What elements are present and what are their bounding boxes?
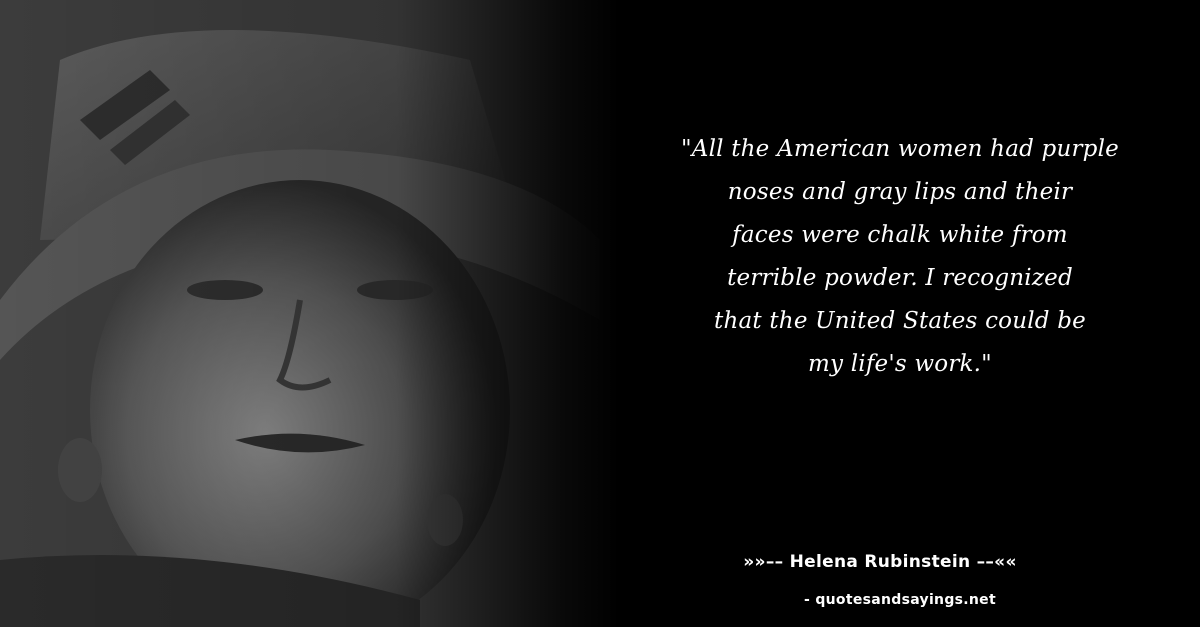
portrait-image (0, 0, 720, 627)
quote-line: "All the American women had purple (681, 136, 1119, 162)
quote-line: that the United States could be (714, 308, 1086, 334)
quote-author: »»–– Helena Rubinstein ––«« (743, 552, 1017, 572)
quote-line: terrible powder. I recognized (727, 265, 1073, 291)
quote-line: noses and gray lips and their (727, 179, 1073, 205)
quote-card: "All the American women had purple noses… (0, 0, 1200, 627)
quote-line: my life's work." (808, 351, 992, 377)
quote-block: "All the American women had purple noses… (620, 128, 1180, 386)
quote-text: "All the American women had purple noses… (620, 128, 1180, 386)
quote-line: faces were chalk white from (732, 222, 1068, 248)
site-credit: - quotesandsayings.net (804, 592, 996, 608)
